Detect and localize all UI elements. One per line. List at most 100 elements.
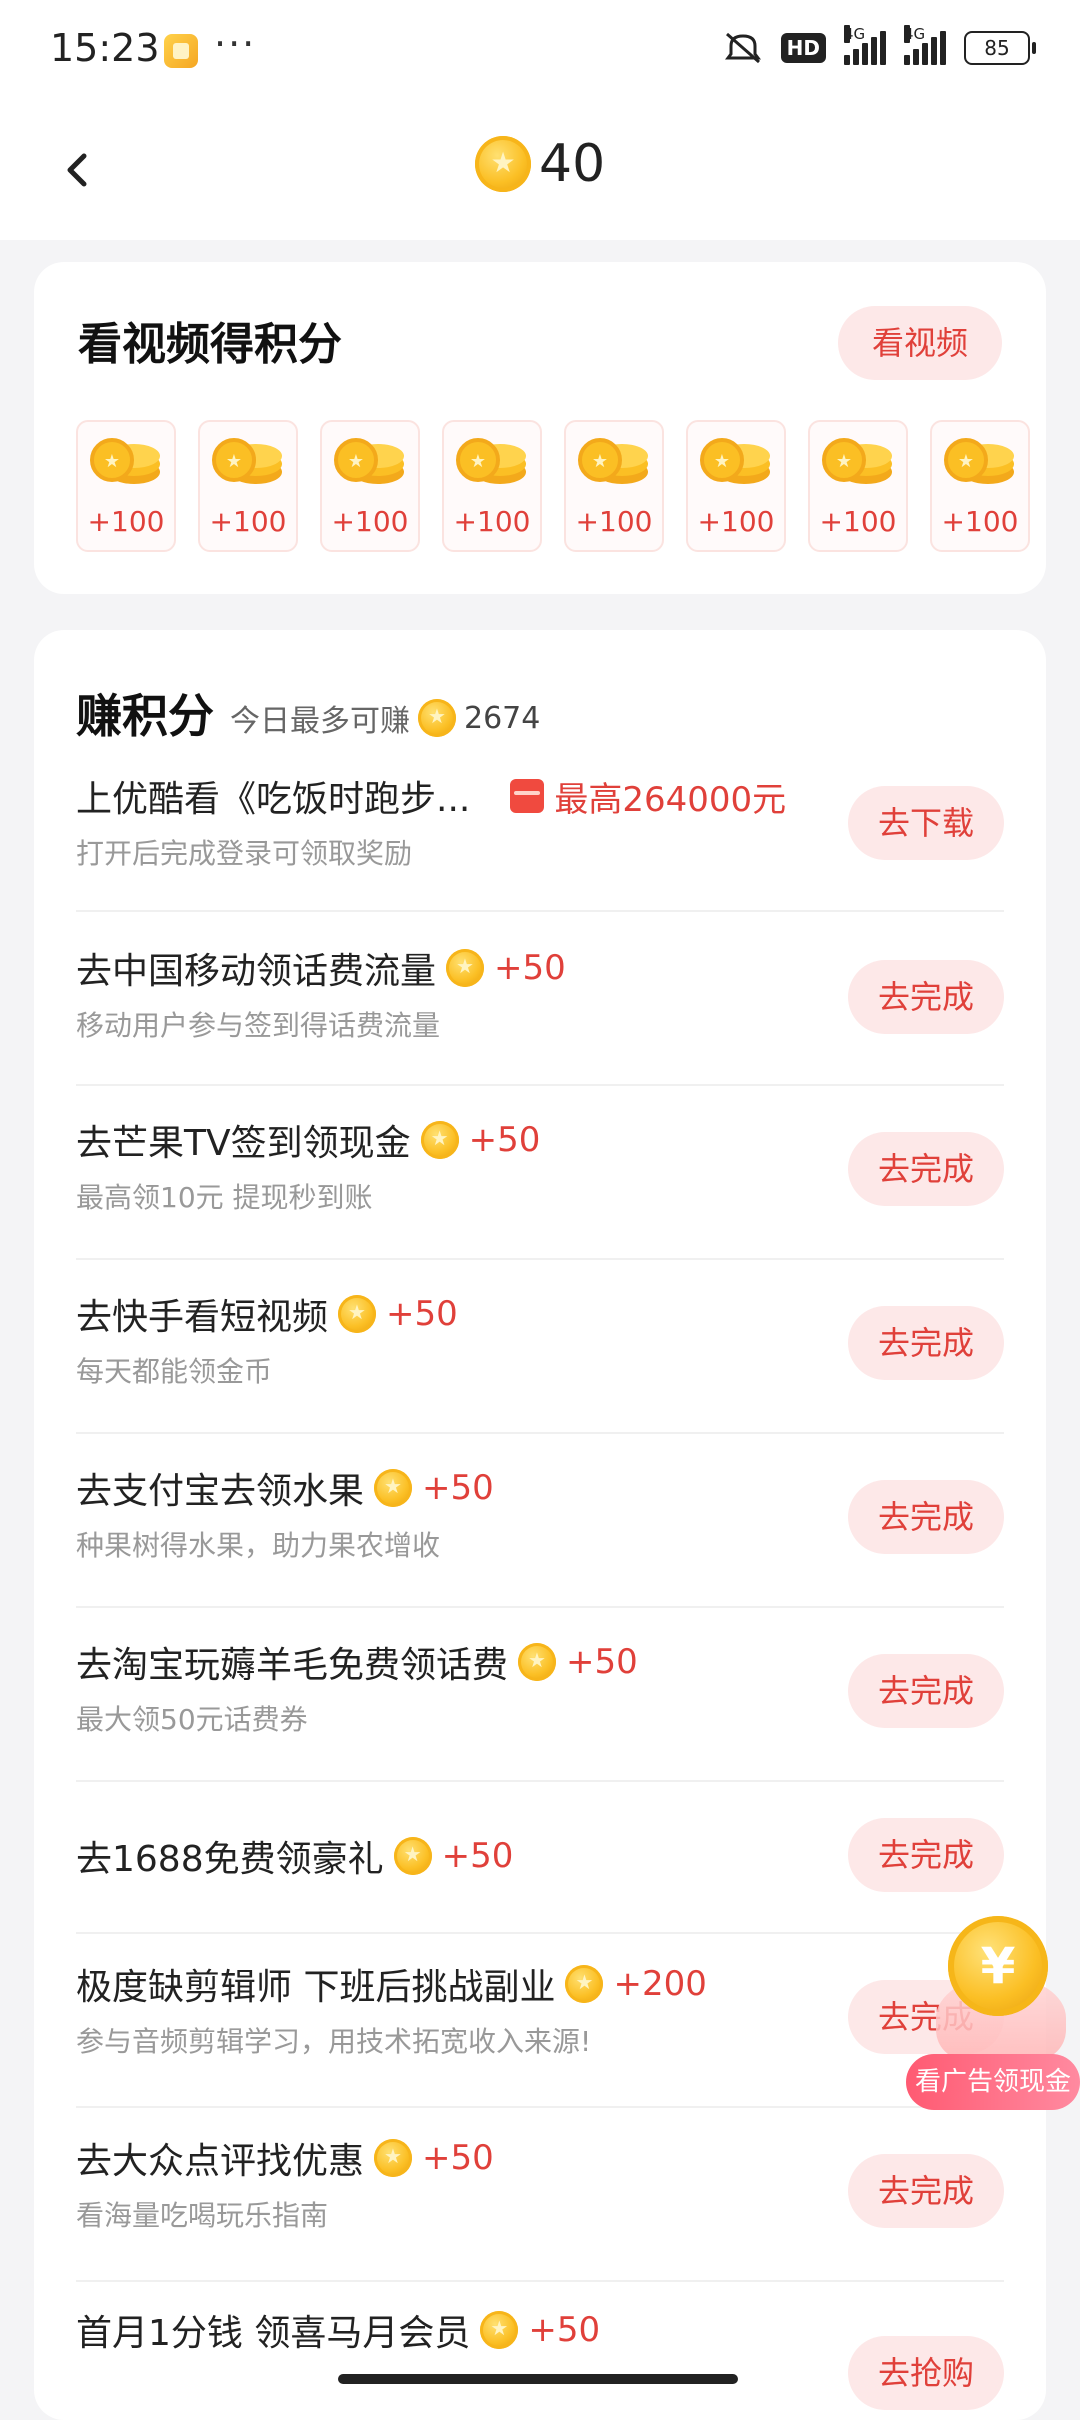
battery-icon: 85 [964, 31, 1036, 65]
task-reward: +50 [528, 2310, 601, 2350]
task-desc: 最大领50元话费券 [76, 1703, 308, 1736]
task-reward: +50 [422, 1468, 494, 1508]
task-item: 去1688免费领豪礼 +50 去完成 [76, 1782, 1004, 1934]
task-complete-button[interactable]: 去完成 [848, 1480, 1004, 1554]
task-title: 去支付宝去领水果 [76, 1471, 365, 1512]
task-reward: +50 [494, 948, 566, 988]
task-title: 去中国移动领话费流量 [76, 951, 437, 992]
coin-icon [475, 136, 531, 192]
task-complete-button[interactable]: 去完成 [848, 1306, 1004, 1380]
task-complete-button[interactable]: 去完成 [848, 960, 1004, 1034]
task-item: 去中国移动领话费流量 +50 移动用户参与签到得话费流量 去完成 [76, 912, 1004, 1086]
signal-icon-1: 4G [844, 25, 886, 65]
yuan-coin-icon: ¥ [948, 1916, 1048, 2016]
task-buy-button[interactable]: 去抢购 [848, 2336, 1004, 2410]
task-item: 去支付宝去领水果 +50 种果树得水果，助力果农增收 去完成 [76, 1434, 1004, 1608]
hd-badge: HD [780, 33, 826, 63]
signal-icon-2: 4G [904, 25, 946, 65]
status-icons: HD 4G 4G 85 [723, 25, 1036, 66]
task-reward: +200 [613, 1964, 707, 2004]
task-complete-button[interactable]: 去完成 [848, 2154, 1004, 2228]
coin-icon [374, 1469, 413, 1507]
svg-text:★: ★ [104, 451, 120, 472]
earn-points-title: 赚积分 [76, 689, 214, 743]
watch-ad-cash-label: 看广告领现金 [906, 2054, 1080, 2110]
task-item: 首月1分钱 领喜马月会员 +50 去抢购 [76, 2282, 1004, 2410]
video-reward-item[interactable]: ★ +100 [198, 420, 298, 552]
task-reward: +50 [386, 1294, 458, 1334]
coin-stack-icon: ★ [90, 438, 160, 484]
task-desc: 参与音频剪辑学习，用技术拓宽收入来源! [76, 2025, 592, 2058]
chevron-left-icon [67, 153, 87, 187]
coin-stack-icon: ★ [700, 438, 770, 484]
task-complete-button[interactable]: 去完成 [848, 1654, 1004, 1728]
task-reward: +50 [422, 2138, 494, 2178]
earn-points-card: 赚积分 今日最多可赚 2674 上优酷看《吃饭时跑步... 最高264000元 … [34, 630, 1046, 2420]
task-title: 去1688免费领豪礼 [76, 1839, 384, 1880]
task-desc: 种果树得水果，助力果农增收 [76, 1529, 441, 1562]
video-reward-item[interactable]: ★ +100 [320, 420, 420, 552]
task-title: 去淘宝玩薅羊毛免费领话费 [76, 1645, 509, 1686]
daily-max-value: 2674 [464, 700, 541, 736]
task-title: 去快手看短视频 [76, 1297, 329, 1338]
svg-text:★: ★ [958, 451, 974, 472]
coin-stack-icon: ★ [334, 438, 404, 484]
video-reward-item[interactable]: ★ +100 [808, 420, 908, 552]
daily-max-info: 今日最多可赚 2674 [230, 696, 540, 740]
task-desc: 移动用户参与签到得话费流量 [76, 1009, 441, 1042]
task-title: 极度缺剪辑师 下班后挑战副业 [76, 1967, 556, 2008]
video-reward-item[interactable]: ★ +100 [564, 420, 664, 552]
coin-icon [374, 2139, 413, 2177]
coin-stack-icon: ★ [944, 438, 1014, 484]
svg-text:★: ★ [836, 451, 852, 472]
video-reward-value: +100 [697, 505, 775, 538]
svg-text:★: ★ [470, 451, 486, 472]
coin-stack-icon: ★ [822, 438, 892, 484]
task-download-button[interactable]: 去下载 [848, 786, 1004, 860]
video-reward-value: +100 [819, 505, 897, 538]
watch-video-button[interactable]: 看视频 [838, 306, 1002, 380]
video-reward-item[interactable]: ★ +100 [930, 420, 1030, 552]
mute-icon [723, 30, 763, 66]
points-balance: 40 [475, 134, 605, 194]
status-more-icon: ··· [214, 22, 257, 66]
coin-icon [446, 949, 485, 987]
video-reward-item[interactable]: ★ +100 [686, 420, 786, 552]
coin-icon [338, 1295, 377, 1333]
video-reward-item[interactable]: ★ +100 [442, 420, 542, 552]
task-item: 极度缺剪辑师 下班后挑战副业 +200 参与音频剪辑学习，用技术拓宽收入来源! … [76, 1934, 1004, 2108]
video-reward-value: +100 [453, 505, 531, 538]
red-packet-icon [510, 779, 545, 813]
task-desc: 最高领10元 提现秒到账 [76, 1181, 373, 1214]
daily-max-label: 今日最多可赚 [230, 704, 410, 739]
watch-video-title: 看视频得积分 [78, 319, 342, 370]
video-reward-list: ★ +100 ★ +100 ★ +100 ★ +100 ★ +100 ★ +10… [76, 420, 1030, 552]
svg-text:★: ★ [226, 451, 242, 472]
watch-video-card: 看视频得积分 看视频 ★ +100 ★ +100 ★ +100 ★ +100 ★… [34, 262, 1046, 594]
page-header: 40 [0, 100, 1080, 240]
task-complete-button[interactable]: 去完成 [848, 1132, 1004, 1206]
task-desc: 每天都能领金币 [76, 1355, 273, 1388]
task-item: 去淘宝玩薅羊毛免费领话费 +50 最大领50元话费券 去完成 [76, 1608, 1004, 1782]
points-value: 40 [539, 134, 606, 194]
task-reward: +50 [566, 1642, 638, 1682]
task-title: 上优酷看《吃饭时跑步... [76, 779, 471, 820]
task-desc: 看海量吃喝玩乐指南 [76, 2199, 329, 2232]
task-item: 去大众点评找优惠 +50 看海量吃喝玩乐指南 去完成 [76, 2108, 1004, 2282]
task-desc: 打开后完成登录可领取奖励 [76, 837, 413, 870]
video-reward-value: +100 [209, 505, 287, 538]
coin-stack-icon: ★ [578, 438, 648, 484]
task-complete-button[interactable]: 去完成 [848, 1818, 1004, 1892]
status-time: 15:23 [50, 26, 160, 70]
coin-stack-icon: ★ [212, 438, 282, 484]
home-indicator[interactable] [338, 2374, 738, 2384]
video-reward-item[interactable]: ★ +100 [76, 420, 176, 552]
coin-stack-icon: ★ [456, 438, 526, 484]
video-reward-value: +100 [87, 505, 165, 538]
coin-icon [565, 1965, 604, 2003]
svg-text:★: ★ [714, 451, 730, 472]
watch-ad-cash-widget[interactable]: ¥ 看广告领现金 [906, 1916, 1080, 2126]
back-button[interactable] [50, 140, 110, 200]
coin-icon [393, 1837, 432, 1875]
video-reward-value: +100 [575, 505, 653, 538]
